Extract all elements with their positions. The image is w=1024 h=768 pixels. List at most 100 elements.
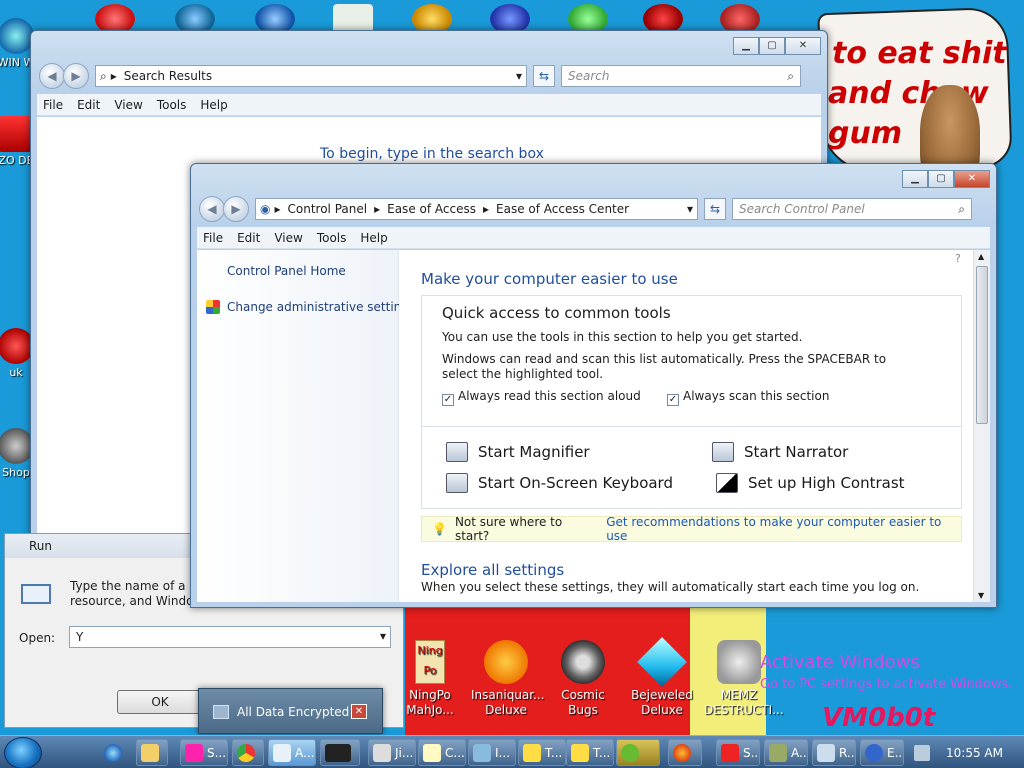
high-contrast-button[interactable]: Set up High Contrast <box>716 473 905 493</box>
encrypted-popup[interactable]: All Data Encrypted ✕ <box>198 688 383 734</box>
minimize-button[interactable]: ▁ <box>902 170 928 188</box>
search-icon[interactable]: ⌕ <box>958 202 965 217</box>
menu-view[interactable]: View <box>114 98 142 112</box>
game-bejeweled[interactable]: Bejeweled Deluxe <box>627 637 697 718</box>
game-ningpo[interactable]: Ning Po NingPo MahJo... <box>395 640 465 718</box>
menu-tools[interactable]: Tools <box>157 98 187 112</box>
close-icon[interactable]: ✕ <box>351 704 367 719</box>
menu-view[interactable]: View <box>274 231 302 245</box>
taskbar-item[interactable]: S... <box>180 739 228 766</box>
window-controls: ▁ ▢ ✕ <box>733 37 821 55</box>
taskbar-item[interactable]: T... <box>518 739 566 766</box>
help-icon[interactable]: ? <box>955 252 961 265</box>
start-button[interactable] <box>4 737 42 768</box>
taskbar-item[interactable]: E... <box>860 739 904 766</box>
shield-icon <box>206 300 220 314</box>
forward-button[interactable]: ▶ <box>223 196 249 222</box>
meme-text-line: to eat shit <box>832 36 1007 71</box>
game-insaniquarium[interactable]: Insaniquar... Deluxe <box>471 640 545 718</box>
taskbar-item[interactable]: T... <box>566 739 614 766</box>
taskbar-item[interactable]: C... <box>418 739 466 766</box>
start-narrator-button[interactable]: Start Narrator <box>712 442 848 462</box>
open-label: Open: <box>19 631 56 645</box>
breadcrumb-control-panel[interactable]: Control Panel <box>285 202 371 216</box>
app-icon <box>621 743 639 762</box>
taskbar-chrome[interactable] <box>232 739 264 766</box>
search-control-panel-input[interactable]: Search Control Panel ⌕ <box>732 198 972 220</box>
explore-text: When you select these settings, they wil… <box>421 580 920 594</box>
read-aloud-checkbox[interactable]: ✓ Always read this section aloud <box>442 389 641 406</box>
menu-file[interactable]: File <box>43 98 63 112</box>
taskbar-item-active[interactable]: A... <box>268 739 316 766</box>
menu-help[interactable]: Help <box>360 231 387 245</box>
start-magnifier-button[interactable]: Start Magnifier <box>446 442 590 462</box>
tool-label: Start On-Screen Keyboard <box>478 474 673 492</box>
address-bar[interactable]: ◉ ▸ Control Panel ▸ Ease of Access ▸ Eas… <box>255 198 698 220</box>
search-icon[interactable]: ⌕ <box>787 69 794 84</box>
activate-windows-title: Activate Windows <box>760 652 920 673</box>
menu-file[interactable]: File <box>203 231 223 245</box>
close-button[interactable]: ✕ <box>785 37 821 55</box>
tray-icon[interactable] <box>914 745 930 761</box>
taskbar-item[interactable]: R... <box>812 739 856 766</box>
taskbar-item[interactable] <box>616 739 660 766</box>
taskbar-firefox[interactable] <box>668 739 702 766</box>
scroll-down-icon[interactable]: ▼ <box>978 591 984 600</box>
back-button[interactable]: ◀ <box>199 196 225 222</box>
chevron-down-icon[interactable]: ▾ <box>516 69 522 83</box>
quick-access-title: Quick access to common tools <box>442 304 671 322</box>
breadcrumb-ease-of-access-center[interactable]: Ease of Access Center <box>493 202 632 216</box>
scan-section-checkbox[interactable]: ✓ Always scan this section <box>667 389 829 406</box>
tip-text: Not sure where to start? <box>454 515 563 543</box>
maximize-button[interactable]: ▢ <box>759 37 785 55</box>
clock[interactable]: 10:55 AM <box>946 746 1003 760</box>
control-panel-home-link[interactable]: Control Panel Home <box>227 264 346 278</box>
chevron-down-icon[interactable]: ▾ <box>687 202 693 216</box>
taskbar-label: C... <box>445 745 465 760</box>
taskbar-item[interactable]: I... <box>468 739 516 766</box>
menu-help[interactable]: Help <box>200 98 227 112</box>
menu-edit[interactable]: Edit <box>77 98 100 112</box>
taskbar-item[interactable]: A... <box>764 739 808 766</box>
menu-tools[interactable]: Tools <box>317 231 347 245</box>
game-label: NingPo MahJo... <box>406 688 454 717</box>
close-button[interactable]: ✕ <box>954 170 990 188</box>
notepad-icon <box>423 743 441 762</box>
taskbar-item[interactable]: S... <box>716 739 760 766</box>
taskbar-explorer[interactable] <box>136 739 168 766</box>
ease-of-access-window[interactable]: ▁ ▢ ✕ ◀ ▶ ◉ ▸ Control Panel ▸ Ease of Ac… <box>190 163 997 608</box>
ok-button[interactable]: OK <box>117 690 203 714</box>
chevron-down-icon[interactable]: ▾ <box>380 629 386 643</box>
chrome-icon <box>237 743 255 762</box>
scroll-thumb[interactable] <box>976 266 988 424</box>
breadcrumb-arrow-icon: ▸ <box>374 202 381 216</box>
minimize-button[interactable]: ▁ <box>733 37 759 55</box>
breadcrumb-ease-of-access[interactable]: Ease of Access <box>384 202 479 216</box>
game-cosmic-bugs[interactable]: Cosmic Bugs <box>548 640 618 718</box>
refresh-button[interactable]: ⇆ <box>533 65 555 87</box>
address-bar[interactable]: ⌕ ▸ Search Results ▾ <box>95 65 527 87</box>
scroll-up-icon[interactable]: ▲ <box>978 252 984 261</box>
forward-button[interactable]: ▶ <box>63 63 89 89</box>
cosmic-bugs-icon <box>561 640 605 684</box>
menu-edit[interactable]: Edit <box>237 231 260 245</box>
open-input[interactable]: Y ▾ <box>69 626 391 648</box>
taskbar-label: R... <box>839 745 855 760</box>
taskbar-7zip[interactable] <box>320 739 360 766</box>
memz-icon <box>717 640 761 684</box>
taskbar-ie[interactable] <box>100 739 132 766</box>
menu-bar: File Edit View Tools Help <box>197 227 990 249</box>
breadcrumb-arrow-icon: ▸ <box>274 202 281 216</box>
taskbar-label: T... <box>593 745 611 760</box>
start-onscreen-keyboard-button[interactable]: Start On-Screen Keyboard <box>446 473 673 493</box>
app-icon <box>817 743 835 762</box>
maximize-button[interactable]: ▢ <box>928 170 954 188</box>
recommendations-link[interactable]: Get recommendations to make your compute… <box>606 515 961 543</box>
tool-label: Start Narrator <box>744 443 849 461</box>
vertical-scrollbar[interactable]: ▲ ▼ <box>973 250 990 602</box>
search-input[interactable]: Search ⌕ <box>561 65 801 87</box>
taskbar-item[interactable]: Ji... <box>368 739 416 766</box>
back-button[interactable]: ◀ <box>39 63 65 89</box>
change-admin-settings-link[interactable]: Change administrative settings <box>227 300 415 314</box>
refresh-button[interactable]: ⇆ <box>704 198 726 220</box>
